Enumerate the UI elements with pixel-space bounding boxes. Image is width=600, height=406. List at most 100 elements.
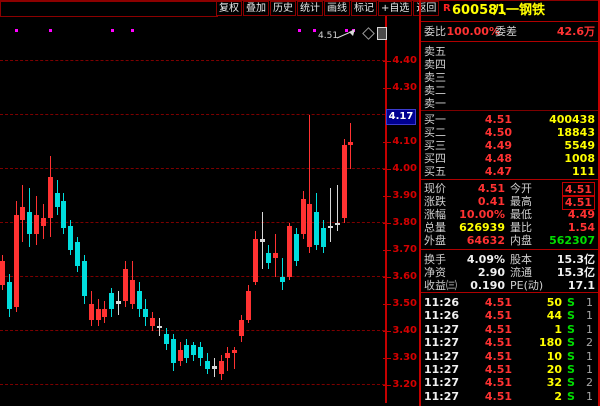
y-axis-label: 3.60: [387, 271, 417, 283]
quote-value-1: 626939: [459, 221, 505, 234]
quote-row: 总量626939量比1.54: [421, 221, 598, 234]
weicha-value: 42.6万: [557, 25, 595, 38]
bid-label: 买三: [424, 139, 446, 152]
window-panel-icon[interactable]: [377, 27, 387, 40]
quote-row: 涨幅10.00%最低4.49: [421, 208, 598, 221]
mark-line-dot: [15, 29, 18, 32]
quote-label-1: 换手: [424, 253, 446, 266]
quote-value-1: 0.190: [470, 279, 505, 292]
quote-label-1: 总量: [424, 221, 446, 234]
candle-wick: [227, 347, 228, 371]
tick-price: 4.51: [485, 376, 512, 389]
candle: [116, 301, 121, 304]
candle: [246, 291, 251, 321]
tick-price: 4.51: [485, 350, 512, 363]
quote-value-2: 15.3亿: [557, 266, 595, 279]
quote-value-2: 1.54: [568, 221, 595, 234]
gridline: [0, 114, 385, 115]
stock-app-window: 复权叠加历史统计画线标记+自选返回 4.404.304.104.003.903.…: [0, 0, 600, 406]
candle: [34, 215, 39, 234]
bid-volume: 18843: [557, 126, 595, 139]
tick-time: 11:26: [424, 296, 459, 309]
bid-row: 买二 4.50 18843: [421, 126, 598, 139]
tick-row: 11:264.5144S1: [421, 309, 598, 322]
y-axis-label: 3.40: [387, 325, 417, 337]
tick-price: 4.51: [485, 296, 512, 309]
quote-value-2: 15.3亿: [557, 253, 595, 266]
tick-time: 11:27: [424, 350, 459, 363]
quote-label-2: 今开: [510, 182, 532, 195]
tick-volume: 2: [554, 390, 562, 403]
y-axis-label: 3.80: [387, 217, 417, 229]
gridline: [0, 330, 385, 331]
quote-label-2: 最低: [510, 208, 532, 221]
y-axis-label: 3.50: [387, 298, 417, 310]
quote-row: 外盘 64632 内盘 562307: [421, 234, 598, 247]
tick-time: 11:27: [424, 363, 459, 376]
candle: [171, 339, 176, 363]
tick-row: 11:274.5120S1: [421, 363, 598, 376]
candle: [68, 226, 73, 250]
candle: [342, 145, 347, 218]
tick-row: 11:274.512S1: [421, 390, 598, 403]
tick-time: 11:27: [424, 376, 459, 389]
candle: [314, 212, 319, 244]
ask-label: 卖五: [424, 45, 446, 58]
candle: [198, 347, 203, 358]
y-axis-label: 4.40: [387, 55, 417, 67]
quote-label-1: 现价: [424, 182, 446, 195]
y-axis-label: 4.00: [387, 163, 417, 175]
quote-label-2: 内盘: [510, 234, 532, 247]
candle: [27, 212, 32, 234]
tick-price: 4.51: [485, 363, 512, 376]
divider: [421, 41, 598, 42]
quote-value-1: 2.90: [478, 266, 505, 279]
gridline: [0, 168, 385, 169]
quote-row: 换手4.09%股本15.3亿: [421, 253, 598, 266]
candle: [55, 193, 60, 207]
mark-line-dot: [111, 29, 114, 32]
bid-volume: 1008: [564, 152, 595, 165]
weibi-label: 委比: [424, 25, 446, 38]
candle: [219, 361, 224, 375]
quote-label-1: 涨幅: [424, 208, 446, 221]
ask-label: 卖四: [424, 58, 446, 71]
bid-label: 买四: [424, 152, 446, 165]
tick-time: 11:27: [424, 323, 459, 336]
gridline: [0, 276, 385, 277]
tick-flag: S: [567, 390, 575, 403]
tick-row: 11:264.5150S1: [421, 296, 598, 309]
weibi-value: 100.00%: [447, 25, 500, 38]
ask-row: 卖四: [421, 58, 598, 71]
candle: [321, 228, 326, 247]
gridline: [0, 222, 385, 223]
quote-row: 现价4.51今开4.51: [421, 182, 598, 195]
quote-row: 净资2.90流通15.3亿: [421, 266, 598, 279]
tick-flag: S: [567, 296, 575, 309]
tick-count: 1: [586, 390, 593, 403]
candle: [225, 353, 230, 358]
ask-row: 卖五: [421, 45, 598, 58]
bid-label: 买五: [424, 165, 446, 178]
quote-label-1: 外盘: [424, 234, 446, 247]
tick-price: 4.51: [485, 390, 512, 403]
quote-value-1: 4.51: [478, 182, 505, 195]
bid-price: 4.50: [485, 126, 512, 139]
tick-count: 1: [586, 363, 593, 376]
candle: [130, 280, 135, 304]
ask-row: 卖二: [421, 84, 598, 97]
candle: [14, 215, 19, 307]
candle: [89, 304, 94, 320]
candle: [178, 350, 183, 361]
divider: [421, 292, 598, 293]
tick-count: 2: [586, 336, 593, 349]
mark-line-dot: [298, 29, 301, 32]
quote-value-2: 562307: [549, 234, 595, 247]
quote-value-1: 64632: [467, 234, 505, 247]
candle: [164, 334, 169, 345]
quote-label-2: 最高: [510, 195, 532, 208]
candle: [41, 218, 46, 226]
bid-label: 买二: [424, 126, 446, 139]
tick-row: 11:274.5110S1: [421, 350, 598, 363]
ask-row: 卖一: [421, 97, 598, 110]
